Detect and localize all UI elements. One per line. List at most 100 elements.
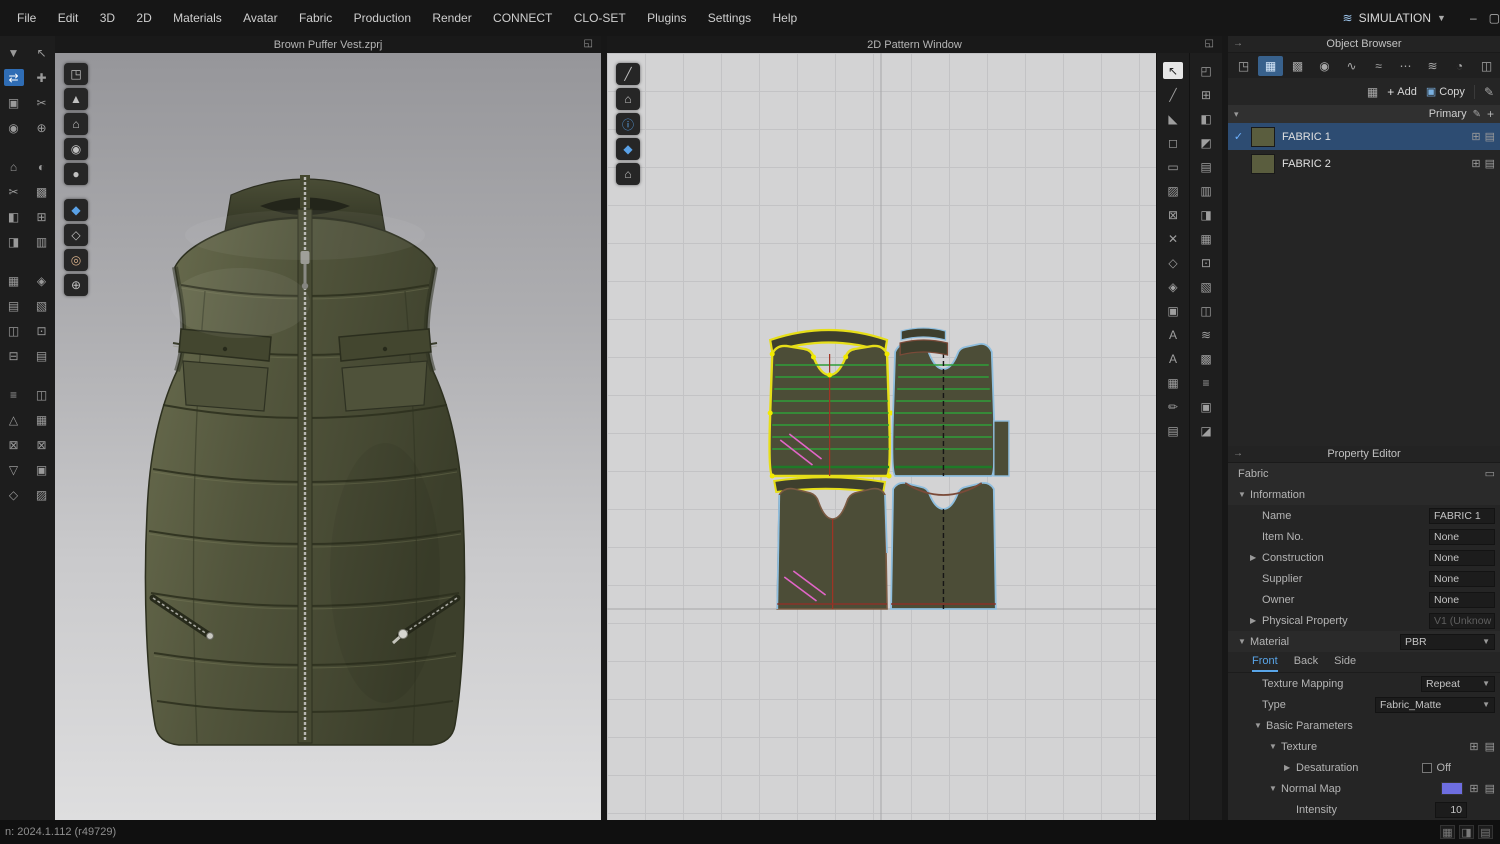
pattern-tool-icon[interactable]: ▦ [1196,230,1216,247]
menu-item[interactable]: CONNECT [484,11,561,25]
toolbar-tool-icon[interactable]: ◨ [4,233,24,250]
pattern-tool-icon[interactable]: ◧ [1196,110,1216,127]
toolbar-tool-icon[interactable]: ⊕ [32,119,52,136]
toolbar-tool-icon[interactable]: ✂ [32,94,52,111]
add-button[interactable]: + Add [1387,85,1417,99]
pattern-pieces[interactable] [607,53,1156,820]
menu-item[interactable]: Help [764,11,807,25]
view-mode-icon[interactable]: ⌂ [64,113,88,135]
normal-map-grid-icon[interactable]: ⊞ [1469,782,1478,795]
fabric-detail-icon[interactable]: ▤ [1485,130,1495,143]
rename-group-icon[interactable]: ✎ [1473,109,1481,120]
fabric-swatch[interactable] [1251,153,1275,174]
material-side-tab[interactable]: Back [1294,655,1318,672]
assign-fabric-icon[interactable]: ⊞ [1471,157,1480,170]
layout-full-icon[interactable]: ▤ [1478,825,1493,839]
canvas-2d[interactable]: ╱ ⌂ ⓘ ◆ ⌂ [607,53,1156,820]
minimize-button[interactable]: – [1470,11,1477,25]
pattern-view-icon[interactable]: ⌂ [616,163,640,185]
toolbar-tool-icon[interactable]: ▼ [4,44,24,61]
layout-split-icon[interactable]: ◨ [1459,825,1474,839]
pattern-view-icon[interactable]: ◆ [616,138,640,160]
pattern-tool-icon[interactable]: ▤ [1196,158,1216,175]
property-value[interactable]: None [1429,591,1495,608]
pattern-tool-icon[interactable]: ✏ [1163,398,1183,415]
object-browser-tab-icon[interactable]: ∿ [1339,56,1364,76]
object-browser-tab-icon[interactable]: ◉ [1312,56,1337,76]
pattern-view-icon[interactable]: ⓘ [616,113,640,135]
toolbar-tool-icon[interactable]: ◇ [4,486,24,503]
pattern-tool-icon[interactable]: ▤ [1163,422,1183,439]
view-mode-icon[interactable]: ◎ [64,249,88,271]
property-value[interactable]: None [1429,528,1495,545]
toolbar-tool-icon[interactable]: ▤ [4,297,24,314]
basic-parameters-row[interactable]: ▼ Basic Parameters [1228,715,1500,736]
canvas-3d[interactable]: ◳ ▲ ⌂ ◉ ● ◆ ◇ ◎ ⊕ [55,53,601,820]
pattern-tool-icon[interactable]: ▦ [1163,374,1183,391]
copy-button[interactable]: ▣ Copy [1426,85,1465,99]
normal-map-file-icon[interactable]: ▤ [1485,782,1495,795]
assign-fabric-icon[interactable]: ⊞ [1471,130,1480,143]
pattern-tool-icon[interactable]: ✕ [1163,230,1183,247]
toolbar-tool-icon[interactable]: ↖ [32,44,52,61]
fabric-stack-icon[interactable]: ▦ [1367,85,1378,99]
property-row[interactable]: Item No. None [1228,526,1500,547]
property-value[interactable]: FABRIC 1 [1429,507,1495,524]
menu-item[interactable]: Edit [49,11,88,25]
pattern-tool-icon[interactable]: ╱ [1163,86,1183,103]
group-collapse-icon[interactable]: ▾ [1234,109,1239,120]
menu-item[interactable]: 2D [127,11,160,25]
pattern-tool-icon[interactable]: ⊠ [1163,206,1183,223]
pattern-tool-icon[interactable]: ⊡ [1196,254,1216,271]
property-row[interactable]: Supplier None [1228,568,1500,589]
property-row[interactable]: Name FABRIC 1 [1228,505,1500,526]
pattern-tool-icon[interactable]: ⊞ [1196,86,1216,103]
toolbar-tool-icon[interactable]: ▨ [32,486,52,503]
toolbar-tool-icon[interactable]: ✂ [4,183,24,200]
add-group-icon[interactable]: + [1487,107,1494,121]
pattern-tool-icon[interactable]: ▣ [1163,302,1183,319]
menu-item[interactable]: 3D [91,11,124,25]
object-browser-tab-icon[interactable]: ≋ [1420,56,1445,76]
pattern-tool-icon[interactable]: ◪ [1196,422,1216,439]
fabric-list-item[interactable]: ✓ FABRIC 1 ⊞ ▤ [1228,123,1500,150]
menu-item[interactable]: CLO-SET [565,11,635,25]
toolbar-tool-icon[interactable]: ▤ [32,347,52,364]
pattern-view-icon[interactable]: ⌂ [616,88,640,110]
texture-file-icon[interactable]: ▤ [1485,740,1495,753]
toolbar-tool-icon[interactable]: ▦ [4,272,24,289]
toolbar-tool-icon[interactable]: ◧ [4,208,24,225]
normal-map-swatch[interactable] [1441,782,1464,795]
toolbar-tool-icon[interactable]: ⊠ [4,436,24,453]
property-row[interactable]: ▶ Physical Property V1 (Unknow [1228,610,1500,631]
object-browser-tab-icon[interactable]: ▦ [1258,55,1283,76]
view-mode-icon[interactable] [64,188,88,196]
pattern-tool-icon[interactable]: ▨ [1163,182,1183,199]
view-mode-icon[interactable]: ◇ [64,224,88,246]
texture-row[interactable]: ▼ Texture ⊞ ▤ [1228,736,1500,757]
maximize-button[interactable]: ▢ [1489,11,1500,25]
pattern-tool-icon[interactable]: ▧ [1196,278,1216,295]
toolbar-tool-icon[interactable]: ◫ [4,322,24,339]
object-browser-tab-icon[interactable]: ≈ [1366,56,1391,76]
toolbar-tool-icon[interactable]: ◈ [32,272,52,289]
float-window-icon[interactable]: ◱ [584,38,593,49]
toolbar-tool-icon[interactable]: ≡ [4,386,24,403]
fabric-list-item[interactable]: FABRIC 2 ⊞ ▤ [1228,150,1500,177]
simulation-dropdown[interactable]: ≋ SIMULATION ▼ [1343,11,1446,25]
folder-icon[interactable]: ▭ [1485,467,1495,480]
toolbar-tool-icon[interactable]: ⌂ [4,158,24,175]
desaturation-checkbox[interactable] [1421,762,1432,773]
toolbar-tool-icon[interactable]: ⊠ [32,436,52,453]
view-mode-icon[interactable]: ◉ [64,138,88,160]
fabric-detail-icon[interactable]: ▤ [1485,157,1495,170]
layout-grid-icon[interactable]: ▦ [1440,825,1455,839]
edit-list-icon[interactable]: ✎ [1484,85,1494,99]
texture-mapping-select[interactable]: Repeat ▼ [1421,675,1495,692]
menu-item[interactable]: Production [345,11,420,25]
toolbar-tool-icon[interactable]: ⇄ [3,69,24,86]
pattern-tool-icon[interactable]: ≋ [1196,326,1216,343]
property-value[interactable]: None [1429,549,1495,566]
material-side-tab[interactable]: Side [1334,655,1356,672]
pattern-tool-icon[interactable]: ▥ [1196,182,1216,199]
